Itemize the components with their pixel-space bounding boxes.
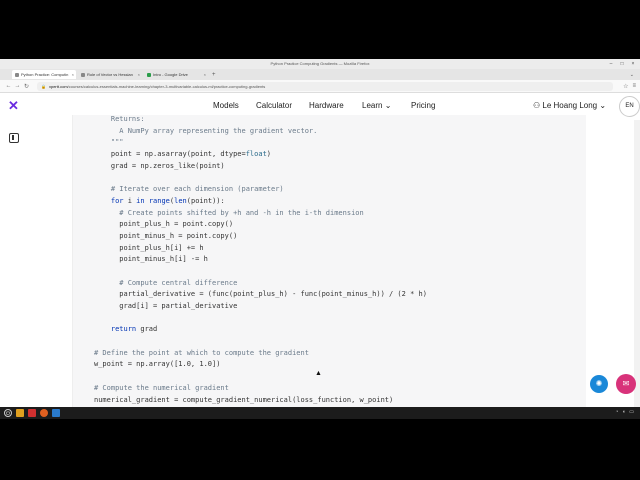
code-text: Returns: A NumPy array representing the … xyxy=(94,114,427,406)
screen: Python Practice Computing Gradients — Mo… xyxy=(0,0,640,480)
tab-label: Python Practice: Computin xyxy=(21,72,69,77)
sidebar-toggle-icon[interactable] xyxy=(9,133,19,143)
url-host: xpertt.com xyxy=(48,83,68,89)
close-icon[interactable]: × xyxy=(630,61,636,67)
folder-icon[interactable] xyxy=(16,409,24,417)
network-icon[interactable]: ◔ xyxy=(615,409,618,415)
back-icon[interactable]: ← xyxy=(4,83,13,89)
code-line: numerical_gradient = compute_gradient_nu… xyxy=(94,395,394,404)
code-line: Returns: xyxy=(94,115,145,123)
forward-icon[interactable]: → xyxy=(13,83,22,89)
vscode-icon[interactable] xyxy=(52,409,60,417)
code-line: return grad xyxy=(110,325,158,334)
url-bar[interactable]: 🔒 xpertt.com /courses/calculus-essential… xyxy=(37,81,614,91)
menu-icon[interactable]: ≡ xyxy=(632,83,636,89)
code-line: # Define the point at which to compute t… xyxy=(94,348,309,357)
code-line: grad[i] = partial_derivative xyxy=(94,302,238,310)
code-line: grad = np.zeros_like(point) xyxy=(94,161,225,170)
firefox-icon[interactable] xyxy=(40,409,48,417)
code-line: # Compute the numerical gradient xyxy=(94,383,229,392)
pocket-icon[interactable]: ☆ xyxy=(623,83,628,90)
nav-learn[interactable]: Learn ⌄ xyxy=(362,101,391,110)
code-line: point_plus_h = point.copy() xyxy=(94,220,234,229)
user-icon: ⚇ xyxy=(533,101,541,110)
code-line: # Iterate over each dimension (parameter… xyxy=(94,185,284,194)
tab-close-icon[interactable]: × xyxy=(72,72,74,77)
code-line: for i in range(len(point)): xyxy=(110,196,225,205)
system-tray: ◔ ◖ ▭ xyxy=(615,409,634,415)
tab-label: Intro - Google Drive xyxy=(153,72,188,77)
user-name: Le Hoang Long xyxy=(542,101,598,110)
code-line: point_minus_h[i] -= h xyxy=(94,255,208,264)
taskbar: ⏻ ◔ ◖ ▭ xyxy=(0,407,640,419)
settings-bot-icon[interactable]: ✺ xyxy=(590,375,608,393)
chat-icon[interactable]: ✉ xyxy=(616,374,636,394)
code-line: # Compute central difference xyxy=(94,278,238,287)
code-line: # Create points shifted by +h and -h in … xyxy=(94,208,364,217)
window-title: Python Practice Computing Gradients — Mo… xyxy=(270,61,370,66)
window-controls: – □ × xyxy=(608,61,636,67)
nav-calculator[interactable]: Calculator xyxy=(256,101,292,110)
app-red-icon[interactable] xyxy=(28,409,36,417)
nav-bar: ← → ↻ 🔒 xpertt.com /courses/calculus-ess… xyxy=(0,80,640,93)
code-line: partial_derivative = (func(point_plus_h)… xyxy=(94,290,427,299)
volume-icon[interactable]: ◖ xyxy=(622,409,625,415)
language-button[interactable]: EN xyxy=(619,96,640,117)
favicon-icon xyxy=(15,72,19,77)
tab-close-icon[interactable]: × xyxy=(138,72,140,77)
window-titlebar: Python Practice Computing Gradients — Mo… xyxy=(0,59,640,69)
user-menu[interactable]: ⚇ Le Hoang Long ⌄ xyxy=(533,101,606,110)
maximize-icon[interactable]: □ xyxy=(619,61,625,67)
code-line: point_plus_h[i] += h xyxy=(94,243,204,252)
minimize-icon[interactable]: – xyxy=(608,61,614,67)
main-content: Returns: A NumPy array representing the … xyxy=(0,115,640,407)
new-tab-icon[interactable]: + xyxy=(212,72,216,78)
nav-pricing[interactable]: Pricing xyxy=(411,101,435,110)
mouse-cursor-icon: ▲ xyxy=(315,370,322,377)
code-line: """ xyxy=(94,138,124,147)
favicon-icon xyxy=(147,72,151,77)
tab-label: Role of Vector vs Hessian xyxy=(87,72,133,77)
tab-python-practice[interactable]: Python Practice: Computin × xyxy=(12,70,76,79)
url-path: /courses/calculus-essentials-machine-lea… xyxy=(67,83,266,89)
lock-icon: 🔒 xyxy=(41,83,46,89)
nav-learn-label: Learn xyxy=(362,101,383,110)
nav-hardware[interactable]: Hardware xyxy=(309,101,344,110)
tab-list-icon[interactable]: ⌄ xyxy=(630,72,634,78)
chevron-down-icon: ⌄ xyxy=(599,101,607,110)
tab-google-drive[interactable]: Intro - Google Drive × xyxy=(144,70,208,79)
tab-role-of-vector[interactable]: Role of Vector vs Hessian × xyxy=(78,70,142,79)
battery-icon[interactable]: ▭ xyxy=(629,409,634,415)
scrollbar[interactable] xyxy=(634,120,640,407)
code-line: point_minus_h = point.copy() xyxy=(94,231,238,240)
firefox-window: Python Practice Computing Gradients — Mo… xyxy=(0,59,640,407)
tab-bar: Python Practice: Computin × Role of Vect… xyxy=(0,69,640,80)
favicon-icon xyxy=(81,72,85,77)
nav-models[interactable]: Models xyxy=(213,101,239,110)
code-line: A NumPy array representing the gradient … xyxy=(94,126,318,135)
tab-close-icon[interactable]: × xyxy=(204,72,206,77)
chevron-down-icon: ⌄ xyxy=(384,101,392,110)
x-logo-icon[interactable]: ✕ xyxy=(8,99,20,112)
code-line: point = np.asarray(point, dtype=float) xyxy=(94,150,272,159)
power-icon[interactable]: ⏻ xyxy=(4,409,12,417)
code-line: w_point = np.array([1.0, 1.0]) xyxy=(94,360,221,369)
reload-icon[interactable]: ↻ xyxy=(22,83,31,90)
